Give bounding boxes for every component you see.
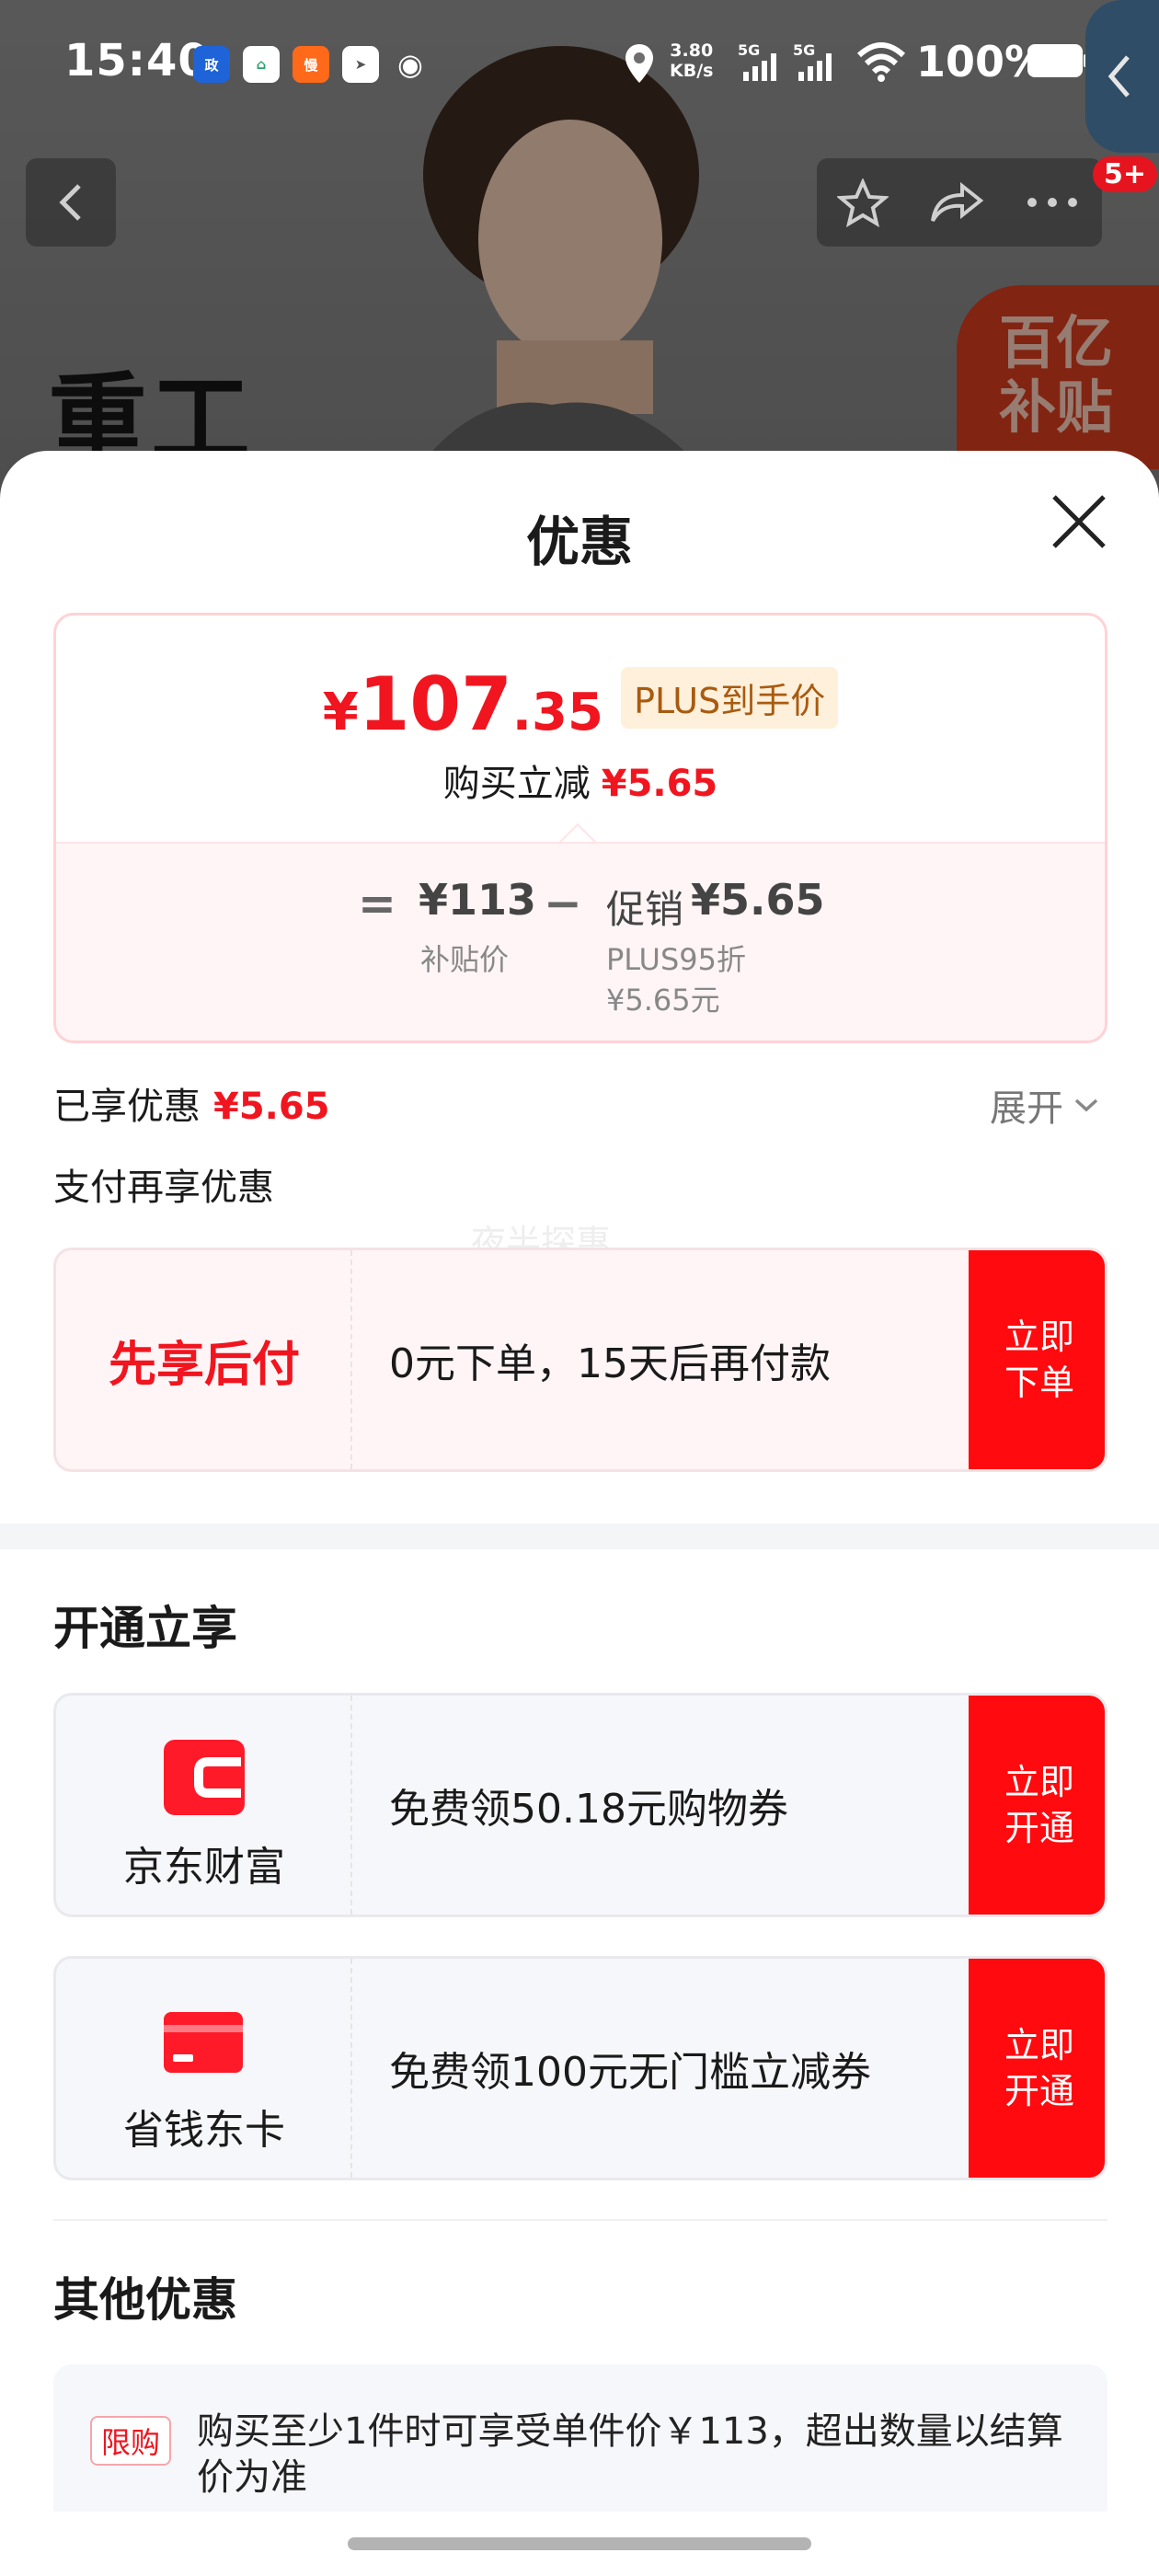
promo-detail-line1: PLUS95折 — [606, 942, 746, 977]
status-time: 15:40 — [64, 35, 210, 86]
open-jd-wealth-button[interactable]: 立即 开通 — [969, 1696, 1105, 1915]
section-line — [53, 2219, 1107, 2221]
plus-price-tag: PLUS到手价 — [621, 667, 839, 729]
signal-5g-icon-1: 5G — [738, 41, 776, 81]
other-section-title: 其他优惠 — [53, 2273, 237, 2327]
status-bar: 15:40 政 ⌂ 慢 ➤ ◉ 3.80 KB/s 5G 5G 100% — [0, 0, 1159, 125]
close-icon — [1052, 495, 1106, 548]
signal-5g-icon-2: 5G — [793, 41, 832, 81]
cart-count-badge: 5+ — [1093, 156, 1158, 192]
enjoyed-label: 已享优惠 — [53, 1086, 201, 1128]
formula-equals: = — [358, 877, 396, 930]
price-integer: 107 — [358, 661, 512, 747]
svg-text:5G: 5G — [738, 41, 760, 59]
chevron-down-icon — [1074, 1098, 1098, 1112]
discount-sheet: 优惠 ¥107.35 PLUS到手价 购买立减 ¥5.65 = ¥113 补贴价 … — [0, 451, 1159, 2576]
saving-card-icon — [164, 2012, 243, 2073]
saving-card[interactable]: 省钱东卡 免费领100元无门槛立减券 立即 开通 — [53, 1956, 1107, 2180]
promo-detail: PLUS95折 ¥5.65元 — [606, 939, 746, 1020]
location-icon — [625, 44, 653, 83]
sheet-title: 优惠 — [525, 511, 633, 573]
send-app-icon: ➤ — [342, 46, 379, 83]
instant-reduce-amount: ¥5.65 — [601, 763, 718, 805]
more-dots-icon[interactable] — [1025, 195, 1080, 210]
top-action-group — [817, 158, 1102, 247]
back-arrow-icon — [59, 184, 81, 221]
wifi-icon — [856, 42, 906, 82]
subsidy-price: ¥113 — [419, 875, 537, 925]
jd-wealth-name: 京东财富 — [123, 1844, 285, 1891]
net-speed: 3.80 KB/s — [670, 40, 714, 81]
price-formula: = ¥113 补贴价 − 促销 ¥5.65 PLUS95折 ¥5.65元 — [56, 842, 1105, 1041]
side-panel-handle[interactable] — [1085, 0, 1159, 153]
instant-reduce-row: 购买立减 ¥5.65 — [56, 753, 1105, 807]
saving-card-description: 免费领100元无门槛立减券 — [389, 2049, 871, 2096]
expand-label: 展开 — [990, 1087, 1063, 1130]
jd-wealth-card[interactable]: 京东财富 免费领50.18元购物券 立即 开通 — [53, 1693, 1107, 1917]
enjoyed-discount: 已享优惠 ¥5.65 — [53, 1076, 330, 1130]
svg-text:5G: 5G — [793, 41, 815, 59]
jd-wealth-description: 免费领50.18元购物券 — [389, 1786, 788, 1833]
price-currency: ¥ — [322, 683, 359, 742]
pay-later-left: 先享后付 — [56, 1250, 352, 1469]
enjoyed-amount: ¥5.65 — [213, 1086, 330, 1128]
subsidy-price-label: 补贴价 — [420, 942, 510, 977]
pay-more-label: 支付再享优惠 — [53, 1167, 274, 1209]
section-divider — [0, 1524, 1159, 1549]
promo-label: 促销 — [606, 887, 684, 932]
home-indicator[interactable] — [348, 2537, 811, 2550]
formula-minus: − — [544, 877, 582, 930]
promo-detail-line2: ¥5.65元 — [606, 983, 720, 1018]
pay-later-name: 先享后付 — [108, 1337, 300, 1393]
open-section-title: 开通立享 — [53, 1602, 237, 1655]
gov-app-icon: 政 — [193, 46, 230, 83]
saving-card-left: 省钱东卡 — [56, 1959, 352, 2178]
jd-wealth-wallet-icon — [164, 1740, 245, 1815]
favorite-star-icon[interactable] — [837, 178, 889, 228]
final-price-section: ¥107.35 PLUS到手价 购买立减 ¥5.65 — [56, 615, 1105, 842]
pay-later-card[interactable]: 先享后付 0元下单，15天后再付款 立即 下单 — [53, 1248, 1107, 1472]
final-price-row: ¥107.35 PLUS到手价 — [56, 661, 1105, 747]
wechat-icon: ◉ — [397, 47, 423, 82]
jd-wealth-left: 京东财富 — [56, 1696, 352, 1915]
open-saving-card-button[interactable]: 立即 开通 — [969, 1959, 1105, 2178]
price-decimal: .35 — [511, 683, 603, 742]
pay-later-description: 0元下单，15天后再付款 — [389, 1340, 831, 1387]
instant-reduce-label: 购买立减 — [442, 763, 591, 805]
limit-tag: 限购 — [90, 2416, 172, 2466]
chevron-left-icon — [1107, 55, 1130, 98]
slow-app-icon: 慢 — [293, 46, 329, 83]
order-now-button[interactable]: 立即 下单 — [969, 1250, 1105, 1469]
battery-icon — [1027, 44, 1089, 77]
price-breakdown-card: ¥107.35 PLUS到手价 购买立减 ¥5.65 = ¥113 补贴价 − 促… — [53, 613, 1107, 1043]
saving-card-name: 省钱东卡 — [123, 2107, 285, 2154]
back-button[interactable] — [26, 158, 116, 247]
promo-amount: ¥5.65 — [691, 875, 825, 925]
expand-toggle[interactable]: 展开 — [990, 1078, 1100, 1132]
limit-text: 购买至少1件时可享受单件价￥113，超出数量以结算价为准 — [197, 2410, 1063, 2499]
share-icon[interactable] — [929, 180, 984, 226]
home-app-icon: ⌂ — [243, 46, 280, 83]
close-button[interactable] — [1049, 491, 1109, 552]
